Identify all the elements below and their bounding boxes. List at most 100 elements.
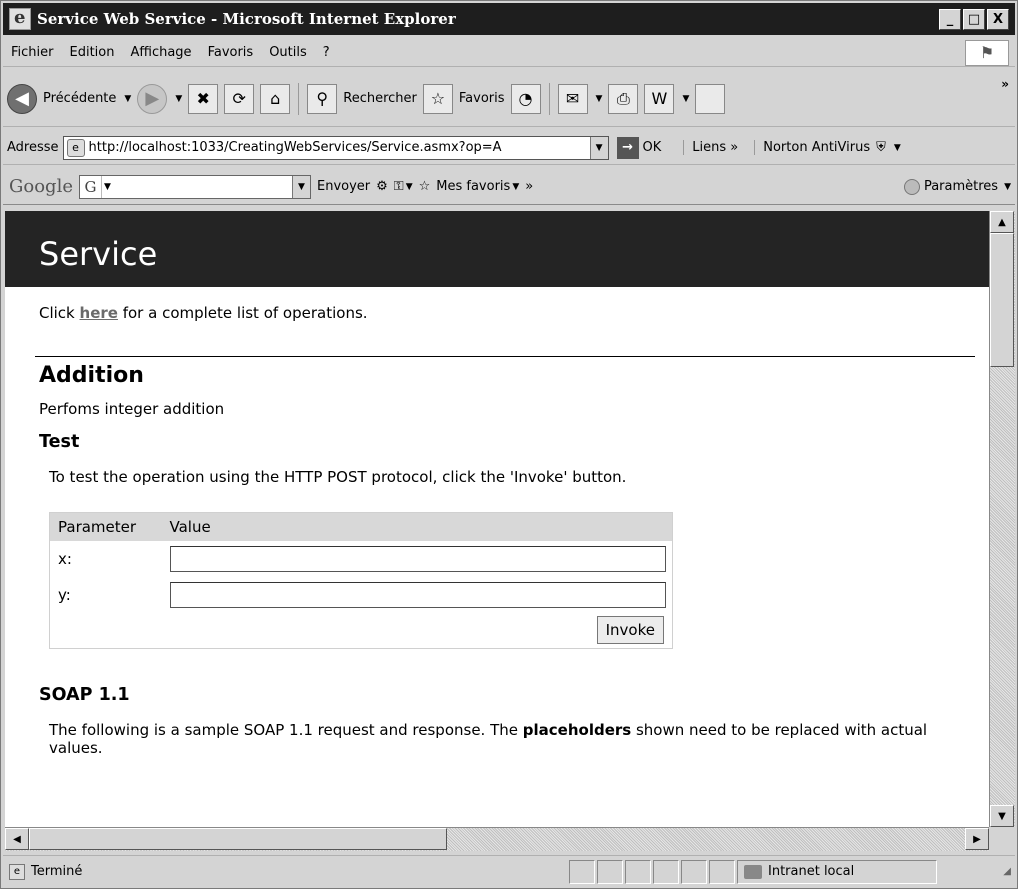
google-options-dropdown-icon[interactable]: ▼	[406, 182, 413, 192]
google-g-icon[interactable]: G	[80, 175, 102, 198]
intro-text: Click	[39, 304, 80, 322]
settings-label[interactable]: Paramètres	[924, 179, 998, 194]
operation-description: Perfoms integer addition	[39, 400, 225, 418]
google-search-field[interactable]: G ▼ ▼	[78, 174, 311, 199]
word-edit-icon[interactable]: W	[644, 83, 675, 114]
vertical-scroll-thumb[interactable]	[990, 233, 1014, 367]
minimize-button[interactable]: _	[939, 8, 961, 30]
google-pagerank-icon[interactable]: ⚙	[376, 179, 388, 194]
menu-edition[interactable]: Edition	[62, 45, 123, 60]
parameter-table: Parameter Value x: y: Invoke	[49, 512, 673, 649]
go-button[interactable]: → OK	[616, 136, 662, 159]
windows-logo-icon: ⚑	[965, 39, 1009, 66]
horizontal-scroll-thumb[interactable]	[29, 828, 447, 850]
forward-dropdown-icon[interactable]: ▼	[175, 94, 182, 104]
search-icon[interactable]: ⚲	[307, 83, 338, 114]
mail-icon[interactable]: ✉	[557, 83, 588, 114]
intranet-zone-icon	[744, 864, 762, 879]
operations-list-link[interactable]: here	[80, 304, 118, 322]
x-input[interactable]	[169, 545, 666, 572]
divider	[35, 356, 975, 357]
param-value-cell	[162, 577, 673, 613]
menu-help[interactable]: ?	[315, 45, 338, 60]
edit-dropdown-icon[interactable]: ▼	[682, 94, 689, 104]
scroll-down-icon[interactable]: ▼	[990, 805, 1014, 827]
print-icon[interactable]: ⎙	[608, 83, 639, 114]
intro-text-end: for a complete list of operations.	[117, 304, 368, 322]
menu-favoris[interactable]: Favoris	[200, 45, 262, 60]
google-settings-button[interactable]: Paramètres ▼	[903, 178, 1011, 195]
menu-fichier[interactable]: Fichier	[3, 45, 62, 60]
status-panel	[653, 859, 679, 884]
address-field[interactable]: e http://localhost:1033/CreatingWebServi…	[62, 135, 609, 160]
google-more-button[interactable]: »	[525, 179, 533, 194]
bookmarks-star-icon[interactable]: ☆	[419, 179, 431, 194]
invoke-button[interactable]: Invoke	[596, 616, 664, 645]
param-value-cell	[162, 541, 673, 577]
go-arrow-icon[interactable]: →	[616, 136, 639, 159]
discuss-icon[interactable]	[695, 83, 726, 114]
search-button-label[interactable]: Rechercher	[343, 91, 417, 106]
norton-label[interactable]: Norton AntiVirus	[763, 140, 870, 155]
home-icon[interactable]: ⌂	[260, 83, 291, 114]
scroll-up-icon[interactable]: ▲	[990, 211, 1014, 233]
vertical-scrollbar[interactable]: ▲ ▼	[989, 211, 1015, 827]
service-banner: Service	[5, 211, 989, 287]
column-header-parameter: Parameter	[49, 512, 162, 541]
scroll-right-icon[interactable]: ▶	[965, 828, 989, 850]
google-toolbar: Google G ▼ ▼ Envoyer ⚙ ⚿ ▼ ☆ Mes favoris…	[3, 169, 1015, 205]
browser-window: Service Web Service - Microsoft Internet…	[0, 0, 1018, 889]
status-bar: e Terminé Intranet local ◢	[3, 855, 1015, 887]
toolbar-more-button[interactable]: »	[1001, 77, 1009, 91]
google-bookmarks-dropdown-icon[interactable]: ▼	[512, 182, 519, 192]
google-bookmarks-button[interactable]: Mes favoris	[436, 179, 510, 194]
settings-circle-icon[interactable]	[903, 178, 920, 195]
toolbar-separator	[548, 82, 550, 115]
page-viewport: Service Click here for a complete list o…	[5, 211, 989, 827]
soap-heading: SOAP 1.1	[39, 685, 130, 705]
google-logo[interactable]: Google	[9, 176, 73, 197]
invoke-cell: Invoke	[162, 613, 673, 649]
norton-antivirus-button[interactable]: Norton AntiVirus ⛨ ▼	[754, 140, 901, 155]
resize-grip-icon[interactable]: ◢	[1003, 866, 1011, 877]
back-arrow-icon[interactable]: ◀	[7, 83, 37, 114]
favorites-button-label[interactable]: Favoris	[459, 91, 505, 106]
norton-shield-icon[interactable]: ⛨	[876, 140, 886, 155]
back-button-label[interactable]: Précédente	[43, 91, 116, 106]
menu-outils[interactable]: Outils	[261, 45, 315, 60]
zone-label: Intranet local	[768, 864, 855, 879]
links-button[interactable]: Liens »	[683, 140, 738, 155]
favorites-star-icon[interactable]: ☆	[422, 83, 453, 114]
window-title: Service Web Service - Microsoft Internet…	[37, 10, 456, 28]
address-dropdown-icon[interactable]: ▼	[589, 136, 608, 159]
stop-icon[interactable]: ✖	[188, 83, 219, 114]
horizontal-scrollbar[interactable]: ◀ ▶	[5, 827, 989, 851]
settings-dropdown-icon[interactable]: ▼	[1004, 182, 1011, 192]
google-send-button[interactable]: Envoyer	[317, 179, 370, 194]
norton-dropdown-icon[interactable]: ▼	[894, 143, 901, 153]
y-input[interactable]	[169, 581, 666, 608]
menu-affichage[interactable]: Affichage	[122, 45, 199, 60]
maximize-button[interactable]: □	[963, 8, 985, 30]
history-icon[interactable]: ◔	[510, 83, 541, 114]
google-search-dropdown-icon[interactable]: ▼	[291, 175, 310, 198]
operation-title: Addition	[39, 363, 144, 388]
mail-dropdown-icon[interactable]: ▼	[596, 94, 603, 104]
scroll-left-icon[interactable]: ◀	[5, 828, 29, 850]
close-button[interactable]: X	[987, 8, 1009, 30]
table-row: Invoke	[50, 613, 673, 649]
soap-text: The following is a sample SOAP 1.1 reque…	[49, 721, 523, 739]
test-description: To test the operation using the HTTP POS…	[49, 468, 627, 486]
google-popup-blocker-icon[interactable]: ⚿	[394, 179, 404, 194]
address-url[interactable]: http://localhost:1033/CreatingWebService…	[89, 140, 590, 155]
refresh-icon[interactable]: ⟳	[224, 83, 255, 114]
page-done-icon: e	[9, 863, 25, 880]
column-header-value: Value	[161, 512, 673, 541]
address-label: Adresse	[7, 140, 59, 155]
forward-arrow-icon[interactable]: ▶	[137, 83, 168, 114]
go-label[interactable]: OK	[643, 140, 662, 155]
soap-placeholders-text: placeholders	[522, 721, 632, 739]
back-dropdown-icon[interactable]: ▼	[124, 94, 131, 104]
google-menu-dropdown-icon[interactable]: ▼	[104, 182, 111, 192]
page-icon: e	[66, 138, 85, 157]
